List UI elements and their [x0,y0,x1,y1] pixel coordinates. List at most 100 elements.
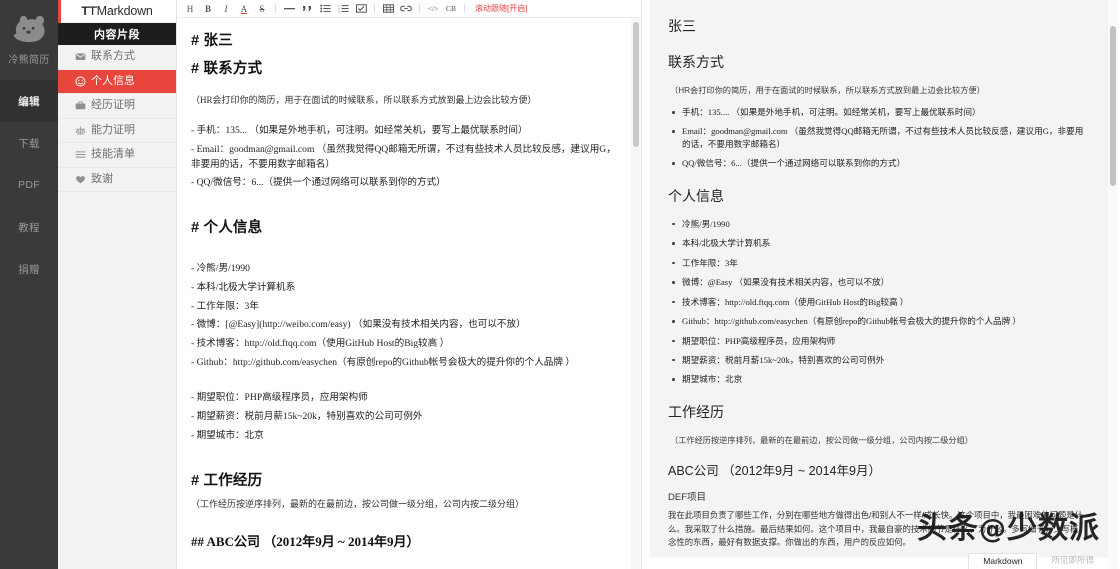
snippet-item-skills[interactable]: 技能清单 [58,143,176,168]
app-logo-text: T⊤Markdown [81,4,153,18]
preview-title-name: 张三 [668,18,696,34]
rail-item-donate[interactable]: 捐赠 [0,248,58,290]
markdown-source-area[interactable]: # 张三 # 联系方式 （HR会打印你的简历，用于在面试的时候联系，所以联系方式… [177,18,641,569]
editor-line: - 微博：[@Easy](http://weibo.com/easy) （如果没… [191,319,526,331]
preview-scrollbar-thumb[interactable] [1110,26,1116,186]
toolbar-divider [464,4,465,13]
editor-line: - Email：goodman@gmail.com （虽然我觉得QQ邮箱无所谓，… [191,143,616,170]
watermark-at: @ [979,514,1007,545]
toolbar-divider [419,4,420,13]
watermark-right: 少数派 [1007,511,1100,546]
editor-spacer [191,195,623,215]
ordered-list-button[interactable]: 123 [334,1,352,17]
watermark-left: 头条 [917,511,979,546]
preview-project-heading: DEF项目 [668,491,707,503]
editor-scrollbar-thumb[interactable] [633,22,639,147]
rail-item-edit[interactable]: 编辑 [0,80,58,122]
smiley-face-icon [75,76,86,87]
editor-line: - QQ/微信号：6...（提供一个通过网络可以联系到你的方式） [191,177,446,189]
editor-line: - 期望城市：北京 [191,429,264,441]
list-item: 期望职位：PHP高级程序员，应用架构师 [668,335,1086,347]
preview-note-work: （工作经历按逆序排列，最新的在最前边，按公司做一级分组，公司内按二级分组） [670,435,973,445]
editor-line: - 期望薪资：税前月薪15k~20k，特别喜欢的公司可例外 [191,410,423,422]
editor-line: - 工作年限：3年 [191,300,259,312]
editor-spacer [191,375,623,387]
snippet-label: 联系方式 [91,50,135,63]
editor-spacer [191,246,623,258]
editor-h1-contact: # 联系方式 [191,61,263,78]
bold-button[interactable]: B [199,1,217,17]
rail-item-pdf[interactable]: PDF [0,164,58,206]
accent-bar [58,0,61,23]
preview-note-contact: （HR会打印你的简历，用于在面试的时候联系，所以联系方式放到最上边会比较方便） [670,86,985,95]
list-icon [75,151,86,158]
preview-company-heading: ABC公司 （2012年9月 ~ 2014年9月） [668,463,881,478]
code-button[interactable]: </> [424,1,442,17]
table-button[interactable] [379,1,397,17]
list-item: QQ/微信号：6...（提供一个通过网络可以联系到你的方式） [668,157,1086,169]
editor-line: - 期望职位：PHP高级程序员，应用架构师 [191,391,368,403]
preview-section-personal: 个人信息 [668,187,724,204]
toolbar-divider [374,4,375,13]
snippet-label: 能力证明 [91,123,135,136]
link-button[interactable] [397,1,415,17]
editor-h2-company: ## ABC公司 （2012年9月 ~ 2014年9月） [191,533,420,549]
editor-h1-name: # 张三 [191,33,233,49]
rail-item-list: 编辑 下载 PDF 教程 捐赠 [0,80,58,290]
editor-line: - Github：http://github.com/easychen（有原创r… [191,357,575,369]
snippet-item-contact[interactable]: 联系方式 [58,45,176,70]
tab-markdown[interactable]: Markdown [968,553,1038,569]
text-color-button[interactable]: A [235,1,253,17]
editor-spacer [191,448,623,468]
list-item: 期望城市：北京 [668,373,1086,385]
list-item: 冷熊/男/1990 [668,218,1086,230]
briefcase-icon [75,101,86,110]
snippet-item-thanks[interactable]: 致谢 [58,168,176,192]
editor-line: - 技术博客：http://old.ftqq.com（使用GitHub Host… [191,338,450,350]
heading-button[interactable]: H [181,1,199,17]
snippet-label: 经历证明 [91,99,135,112]
snippet-header: 内容片段 [58,23,176,45]
preview-contact-list: 手机：135.... （如果是外地手机，可注明。如经常关机，要写上最优联系时间）… [668,106,1086,170]
tab-wysiwyg[interactable]: 所见即所得 [1037,552,1108,569]
snippet-item-personal-info[interactable]: 个人信息 [58,69,176,94]
blockquote-button[interactable] [298,1,316,17]
snippet-item-experience[interactable]: 经历证明 [58,94,176,119]
preview-section-work: 工作经历 [668,403,724,420]
logo-tt-mark: T⊤ [81,4,98,18]
list-item: 本科/北极大学计算机系 [668,237,1086,249]
bullet-list-button[interactable] [316,1,334,17]
preview-content: 张三 联系方式 （HR会打印你的简历，用于在面试的时候联系，所以联系方式放到最上… [650,0,1108,557]
preview-section-contact: 联系方式 [668,54,724,70]
snippet-label: 个人信息 [91,74,135,87]
horizontal-rule-button[interactable] [280,1,298,17]
editor-line: - 冷熊/男/1990 [191,262,250,274]
editor-line: - 本科/北极大学计算机系 [191,281,296,293]
editor-toolbar: H B I A S 123 </> CB 滚动跟随[开启] [177,0,641,18]
heart-hands-icon [76,175,85,184]
logo-word: Markdown [96,4,153,18]
strikethrough-button[interactable]: S [253,1,271,17]
watermark: 头条@少数派 [917,503,1100,547]
list-item: 工作年限：3年 [668,257,1086,269]
snippet-sidebar: T⊤Markdown 内容片段 联系方式 个人信息 经历证明 能力证明 技能清单… [58,0,177,569]
italic-button[interactable]: I [217,1,235,17]
task-list-button[interactable] [352,1,370,17]
code-block-button[interactable]: CB [442,1,460,17]
list-item: Email：goodman@gmail.com （虽然我觉得QQ邮箱无所谓，不过… [668,125,1086,150]
toolbar-divider [275,4,276,13]
editor-h1-personal: # 个人信息 [191,220,263,237]
rail-item-tutorial[interactable]: 教程 [0,206,58,248]
brand-block: 冷熊简历 [0,0,58,66]
bear-logo-icon [14,15,45,43]
list-item: 期望薪资：税前月薪15k~20k，特别喜欢的公司可例外 [668,354,1086,366]
app-logo[interactable]: T⊤Markdown [58,0,176,23]
snippet-item-ability[interactable]: 能力证明 [58,119,176,143]
editor-note-contact: （HR会打印你的简历，用于在面试的时候联系，所以联系方式放到最上边会比较方便） [191,94,537,105]
rail-item-download[interactable]: 下载 [0,122,58,164]
scroll-sync-toggle[interactable]: 滚动跟随[开启] [475,3,527,14]
list-item: Github：http://github.com/easychen（有原创rep… [668,315,1086,327]
snippet-label: 致谢 [91,172,113,185]
view-mode-tabs: Markdown 所见即所得 [968,553,1108,569]
markdown-editor-pane: H B I A S 123 </> CB 滚动跟随[开启] # 张三 # 联系方… [177,0,642,569]
